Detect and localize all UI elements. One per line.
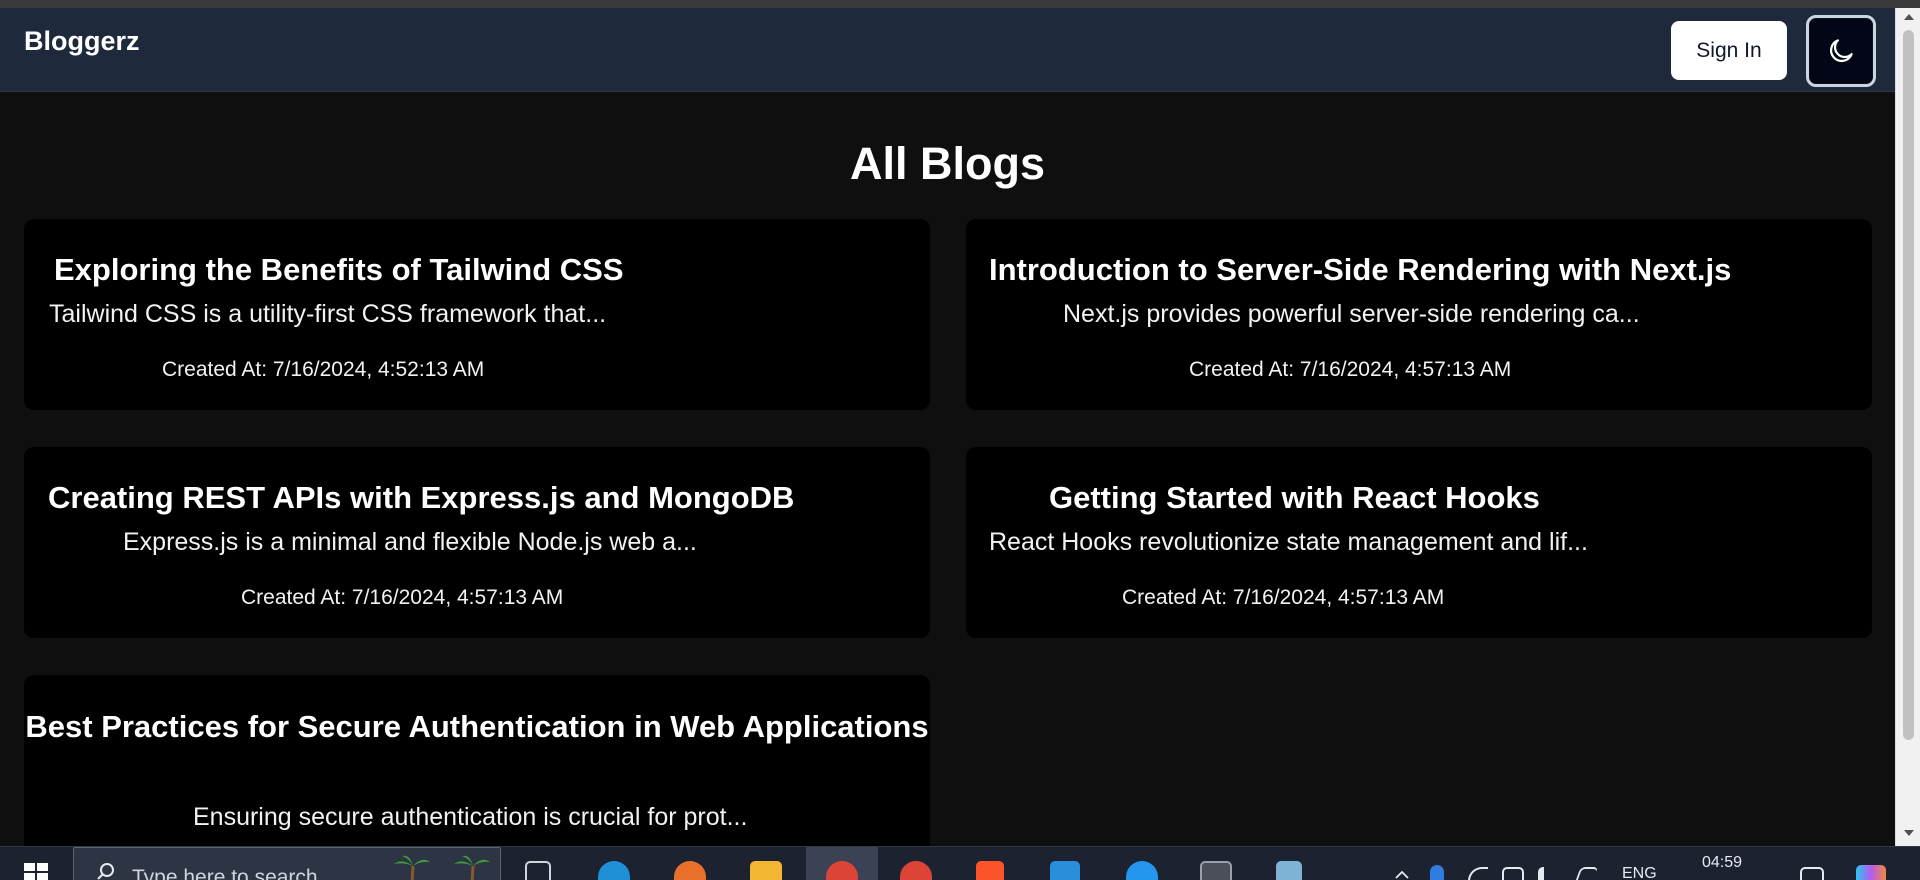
taskbar-search-placeholder: Type here to search bbox=[132, 866, 318, 880]
terminal-icon[interactable] bbox=[1200, 861, 1232, 880]
firefox-icon[interactable] bbox=[674, 861, 706, 880]
blog-excerpt: React Hooks revolutionize state manageme… bbox=[989, 528, 1588, 556]
blog-title[interactable]: Introduction to Server-Side Rendering wi… bbox=[989, 252, 1731, 288]
docker-icon[interactable] bbox=[1126, 861, 1158, 880]
blog-card[interactable]: Best Practices for Secure Authentication… bbox=[24, 675, 930, 846]
task-view-icon[interactable] bbox=[525, 861, 551, 880]
chrome-icon[interactable] bbox=[900, 861, 932, 880]
blog-excerpt: Ensuring secure authentication is crucia… bbox=[193, 803, 748, 831]
brave-icon[interactable] bbox=[976, 861, 1004, 880]
blog-excerpt: Tailwind CSS is a utility-first CSS fram… bbox=[49, 300, 607, 328]
file-explorer-icon[interactable] bbox=[750, 861, 782, 880]
blog-created-at: Created At: 7/16/2024, 4:57:13 AM bbox=[1122, 586, 1445, 609]
page-title: All Blogs bbox=[849, 138, 1045, 189]
copilot-icon[interactable] bbox=[1856, 865, 1886, 880]
moon-icon bbox=[1829, 39, 1853, 63]
blog-excerpt: Express.js is a minimal and flexible Nod… bbox=[123, 528, 697, 556]
scroll-down-arrow-icon[interactable] bbox=[1896, 828, 1920, 842]
bluetooth-icon[interactable] bbox=[1430, 865, 1444, 880]
vscode-icon[interactable] bbox=[1050, 861, 1080, 880]
brand-logo[interactable]: Bloggerz bbox=[24, 26, 140, 57]
blog-created-at: Created At: 7/16/2024, 4:57:13 AM bbox=[241, 586, 564, 609]
palm-tree-icon bbox=[454, 855, 490, 880]
blog-title[interactable]: Best Practices for Secure Authentication… bbox=[24, 705, 930, 748]
blog-created-at: Created At: 7/16/2024, 4:52:13 AM bbox=[162, 358, 485, 381]
taskbar-search-box[interactable]: Type here to search bbox=[73, 847, 501, 880]
sign-in-button[interactable]: Sign In bbox=[1671, 21, 1787, 80]
app-icon[interactable] bbox=[1276, 861, 1302, 880]
vertical-scrollbar[interactable] bbox=[1895, 8, 1920, 846]
blog-card[interactable]: Introduction to Server-Side Rendering wi… bbox=[966, 219, 1872, 410]
windows-start-icon[interactable] bbox=[24, 861, 48, 880]
language-indicator[interactable]: ENG bbox=[1622, 865, 1657, 880]
blog-title[interactable]: Getting Started with React Hooks bbox=[1049, 480, 1540, 516]
scroll-up-arrow-icon[interactable] bbox=[1896, 12, 1920, 26]
blog-excerpt: Next.js provides powerful server-side re… bbox=[1063, 300, 1640, 328]
scrollbar-thumb[interactable] bbox=[1903, 30, 1914, 740]
window-top-strip bbox=[0, 0, 1920, 8]
browser-viewport: Bloggerz Sign In All Blogs Exploring the… bbox=[0, 8, 1895, 846]
edge-icon[interactable] bbox=[598, 861, 630, 880]
taskbar: Type here to search ENG 04:59 bbox=[0, 846, 1920, 880]
notifications-icon[interactable] bbox=[1800, 867, 1824, 880]
pen-icon[interactable] bbox=[1575, 867, 1599, 880]
blog-title[interactable]: Exploring the Benefits of Tailwind CSS bbox=[54, 252, 624, 288]
network-icon[interactable] bbox=[1468, 867, 1488, 880]
theme-toggle-button[interactable] bbox=[1806, 15, 1876, 87]
chevron-up-icon[interactable] bbox=[1394, 869, 1410, 879]
blog-title[interactable]: Creating REST APIs with Express.js and M… bbox=[48, 480, 794, 516]
palm-tree-icon bbox=[394, 855, 430, 880]
blog-card[interactable]: Exploring the Benefits of Tailwind CSS T… bbox=[24, 219, 930, 410]
navbar: Bloggerz Sign In bbox=[0, 8, 1895, 92]
search-icon bbox=[97, 863, 114, 880]
blog-card[interactable]: Creating REST APIs with Express.js and M… bbox=[24, 447, 930, 638]
blog-created-at: Created At: 7/16/2024, 4:57:13 AM bbox=[1189, 358, 1512, 381]
volume-icon[interactable] bbox=[1538, 867, 1556, 880]
blog-card[interactable]: Getting Started with React Hooks React H… bbox=[966, 447, 1872, 638]
clock-time[interactable]: 04:59 bbox=[1702, 854, 1742, 872]
battery-icon[interactable] bbox=[1502, 867, 1524, 880]
